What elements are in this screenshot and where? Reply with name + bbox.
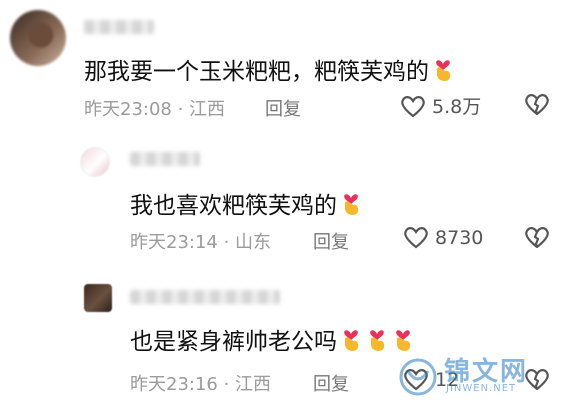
comment-text: 也是紧身裤帅老公吗 [130,322,415,359]
reply-button[interactable]: 回复 [313,228,349,254]
username-blurred[interactable] [130,152,200,166]
avatar[interactable] [80,147,110,177]
comment-text: 那我要一个玉米粑粑，粑筷芙鸡的 [84,52,455,89]
comment-location: 山东 [235,232,272,253]
finger-heart-emoji-icon [339,325,363,359]
like-button[interactable]: 8730 [403,225,483,249]
finger-heart-emoji-icon [365,325,389,359]
watermark-logo-icon [396,357,440,401]
comment-time: 昨天23:14 · 山东 [130,232,272,253]
watermark: 锦文网 JINWEN.NET [392,353,562,401]
watermark-subtitle: JINWEN.NET [446,383,517,394]
comment-text: 我也喜欢粑筷芙鸡的 [130,186,363,223]
like-count: 8730 [435,227,484,249]
comment-location: 江西 [235,374,272,395]
username-blurred[interactable] [130,290,280,304]
like-count: 5.8万 [432,96,482,118]
comment-time: 昨天23:08 · 江西 [84,99,226,120]
heart-icon [403,227,429,249]
avatar[interactable] [84,284,112,312]
reply-button[interactable]: 回复 [313,370,349,396]
username-blurred[interactable] [84,20,154,34]
like-button[interactable]: 5.8万 [400,92,481,119]
dislike-button[interactable] [524,225,550,249]
heart-icon [400,96,426,118]
avatar[interactable] [10,10,66,66]
comment-location: 江西 [189,99,226,120]
finger-heart-emoji-icon [339,189,363,223]
broken-heart-icon [524,94,550,116]
broken-heart-icon [524,227,550,249]
dislike-button[interactable] [524,92,550,116]
reply-button[interactable]: 回复 [265,95,301,121]
finger-heart-emoji-icon [431,55,455,89]
comment-time: 昨天23:16 · 江西 [130,374,272,395]
